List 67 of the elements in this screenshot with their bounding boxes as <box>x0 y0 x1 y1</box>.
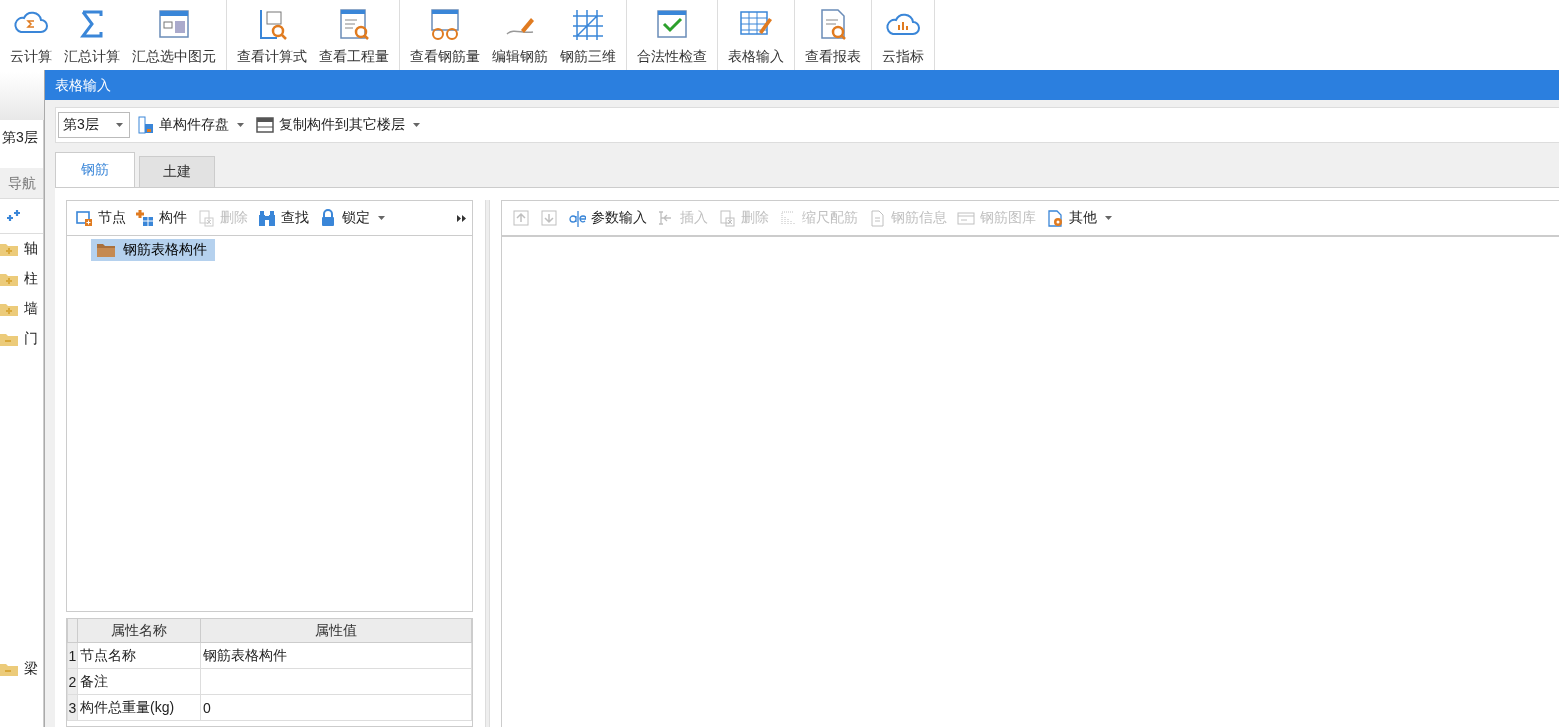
column-header: 属性值 <box>200 619 472 643</box>
toolbar-button[interactable]: 参数输入 <box>564 207 651 229</box>
floor-select[interactable]: 第3层 <box>58 112 130 138</box>
scale-bars-icon <box>779 209 797 227</box>
ribbon-button[interactable]: 云指标 <box>876 0 930 70</box>
gear-document-icon <box>1046 209 1064 227</box>
ribbon-button[interactable]: 查看钢筋量 <box>404 0 486 70</box>
table-cell: 备注 <box>77 668 201 695</box>
panel-header: 导航 <box>0 168 43 199</box>
folder-icon <box>0 332 18 346</box>
folder-icon <box>97 243 115 257</box>
row-number: 2 <box>67 668 78 695</box>
ribbon-button[interactable]: 查看工程量 <box>313 0 395 70</box>
dropdown-arrow-icon <box>1105 216 1112 220</box>
toolbar-button[interactable]: 构件 <box>132 207 191 229</box>
tree-item[interactable]: 墙 <box>0 294 43 324</box>
window-copy-icon <box>256 117 274 133</box>
row-number: 3 <box>67 694 78 721</box>
ribbon-button[interactable]: 编辑钢筋 <box>486 0 554 70</box>
dialog-title: 表格输入 <box>45 70 1559 100</box>
parameter-icon <box>568 209 586 227</box>
node-icon <box>75 209 93 227</box>
toolbar-button[interactable]: 锁定 <box>315 207 389 229</box>
toolbar-button[interactable]: 节点 <box>71 207 130 229</box>
ribbon-button[interactable]: 查看计算式 <box>231 0 313 70</box>
toolbar-button[interactable]: 单构件存盘 <box>134 114 248 136</box>
ribbon-button[interactable]: 汇总选中图元 <box>126 0 222 70</box>
tree-item[interactable]: 轴 <box>0 234 43 264</box>
ribbon-button[interactable]: 钢筋三维 <box>554 0 622 70</box>
toolbar-button[interactable]: 查找 <box>254 207 313 229</box>
tree-item[interactable]: 梁 <box>0 654 43 684</box>
document-icon <box>868 209 886 227</box>
table-cell[interactable]: 0 <box>200 694 472 721</box>
toolbar-button[interactable]: 其他 <box>1042 207 1116 229</box>
add-icon[interactable] <box>6 210 22 222</box>
tab[interactable]: 钢筋 <box>55 152 135 187</box>
ribbon-button[interactable]: 云计算 <box>4 0 58 70</box>
ribbon-button[interactable]: 表格输入 <box>722 0 790 70</box>
tree-item[interactable]: 柱 <box>0 264 43 294</box>
tree-item[interactable]: 门 <box>0 324 43 354</box>
column-header: 属性名称 <box>77 619 201 643</box>
dropdown-arrow-icon <box>237 123 244 127</box>
component-icon <box>136 209 154 227</box>
more-icon[interactable] <box>457 214 466 222</box>
table-cell: 构件总重量(kg) <box>77 694 201 721</box>
row-number: 1 <box>67 642 78 669</box>
folder-icon <box>0 302 18 316</box>
folder-icon <box>0 272 18 286</box>
tree-node[interactable]: 钢筋表格构件 <box>91 239 215 261</box>
ribbon-button[interactable]: 合法性检查 <box>631 0 713 70</box>
folder-icon <box>0 662 18 676</box>
folder-icon <box>0 242 18 256</box>
ribbon-button[interactable]: 查看报表 <box>799 0 867 70</box>
tab[interactable]: 土建 <box>139 156 215 187</box>
dropdown-arrow-icon <box>413 123 420 127</box>
table-cell: 节点名称 <box>77 642 201 669</box>
binoculars-icon <box>258 209 276 227</box>
table-cell[interactable]: 钢筋表格构件 <box>200 642 472 669</box>
lock-icon <box>319 209 337 227</box>
delete-icon <box>197 209 215 227</box>
delete-icon <box>718 209 736 227</box>
toolbar-button[interactable]: 复制构件到其它楼层 <box>252 114 424 136</box>
ribbon-button[interactable]: 汇总计算 <box>58 0 126 70</box>
dropdown-arrow-icon <box>116 123 123 127</box>
dropdown-arrow-icon <box>378 216 385 220</box>
save-icon <box>138 116 154 134</box>
panel-icon <box>957 209 975 227</box>
